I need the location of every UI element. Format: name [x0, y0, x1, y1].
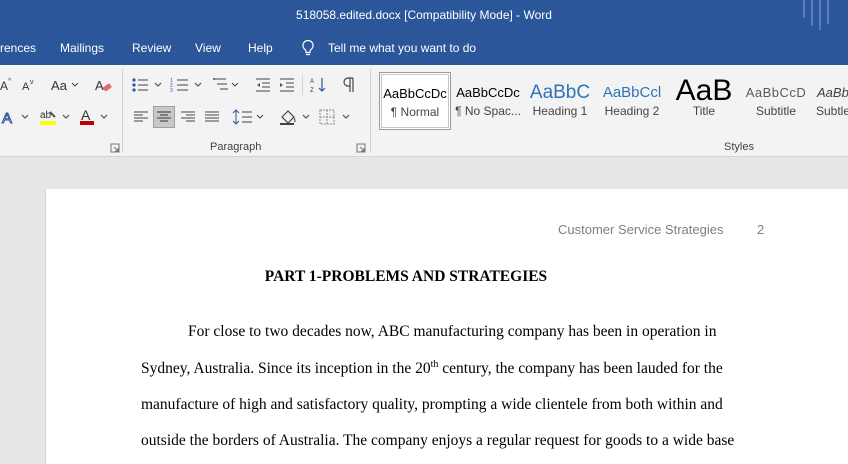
font-color-button[interactable]: A	[78, 106, 112, 128]
style-name: Subtle	[816, 104, 848, 118]
justify-icon[interactable]	[201, 106, 223, 128]
change-case-button[interactable]: Aa	[48, 74, 82, 96]
svg-text:v: v	[30, 79, 34, 86]
shrink-font-icon[interactable]: Av	[20, 74, 38, 96]
borders-button[interactable]	[318, 106, 352, 128]
line-spacing-button[interactable]	[232, 106, 266, 128]
style-sample: AaB	[675, 74, 733, 103]
style-heading-2[interactable]: AaBbCcl Heading 2	[596, 72, 668, 130]
style-subtitle[interactable]: AaBbCcD Subtitle	[740, 72, 812, 130]
tab-view[interactable]: View	[195, 41, 221, 55]
decorative-lines-icon	[803, 0, 829, 30]
window-title: 518058.edited.docx [Compatibility Mode] …	[296, 8, 552, 22]
svg-text:A: A	[310, 79, 314, 85]
style-heading-1[interactable]: AaBbC Heading 1	[524, 72, 596, 130]
paragraph-group-label: Paragraph	[210, 141, 262, 153]
chevron-down-icon	[71, 82, 79, 87]
highlight-color-button[interactable]: ab	[38, 106, 72, 128]
styles-group-label: Styles	[724, 141, 754, 153]
style-name: Title	[692, 104, 716, 118]
svg-text:Z: Z	[310, 88, 314, 94]
lightbulb-icon[interactable]	[300, 39, 316, 57]
svg-text:A: A	[0, 79, 8, 93]
align-center-icon[interactable]	[153, 106, 175, 128]
title-bar: 518058.edited.docx [Compatibility Mode] …	[0, 0, 848, 32]
style-name: ¶ Normal	[390, 105, 440, 119]
tab-mailings[interactable]: Mailings	[60, 41, 104, 55]
body-line-2: Sydney, Australia. Since its inception i…	[141, 359, 723, 378]
align-left-icon[interactable]	[130, 106, 152, 128]
button-separator	[302, 75, 303, 95]
document-heading: PART 1-PROBLEMS AND STRATEGIES	[264, 268, 548, 285]
ribbon: A ^ Av Aa A A ab A 123 AZ Paragraph AaBb…	[0, 65, 848, 157]
svg-text:A: A	[81, 107, 91, 123]
svg-text:^: ^	[8, 78, 12, 85]
decrease-indent-icon[interactable]	[252, 74, 274, 96]
body-line-2-end: century, the company has been lauded for…	[438, 360, 723, 377]
tell-me-search[interactable]: Tell me what you want to do	[328, 41, 476, 55]
body-line-4: outside the borders of Australia. The co…	[141, 432, 735, 449]
style-no-spacing[interactable]: AaBbCcDc ¶ No Spac...	[452, 72, 524, 130]
style-sample: AaBbCcDc	[383, 86, 447, 101]
bullets-button[interactable]	[130, 74, 166, 96]
svg-text:3: 3	[170, 88, 173, 94]
numbering-button[interactable]: 123	[170, 74, 206, 96]
body-line-1: For close to two decades now, ABC manufa…	[188, 323, 717, 340]
style-normal[interactable]: AaBbCcDc ¶ Normal	[379, 72, 451, 130]
clear-formatting-icon[interactable]: A	[92, 74, 114, 96]
style-name: Subtitle	[755, 104, 797, 118]
svg-text:ab: ab	[40, 110, 52, 121]
font-dialog-launcher-icon[interactable]	[110, 143, 120, 153]
ribbon-tabs: rences Mailings Review View Help Tell me…	[0, 32, 848, 65]
group-separator	[370, 69, 371, 153]
style-subtle-emphasis[interactable]: AaBb Subtle	[812, 72, 848, 130]
shading-button[interactable]	[278, 106, 312, 128]
style-title[interactable]: AaB Title	[668, 72, 740, 130]
page-number: 2	[757, 222, 765, 237]
document-area[interactable]: Customer Service Strategies 2 PART 1-PRO…	[0, 157, 848, 464]
style-sample: AaBb	[817, 85, 848, 100]
tab-review[interactable]: Review	[132, 41, 171, 55]
tab-help[interactable]: Help	[248, 41, 273, 55]
style-sample: AaBbCcDc	[456, 85, 520, 100]
sort-icon[interactable]: AZ	[308, 74, 330, 96]
increase-indent-icon[interactable]	[276, 74, 298, 96]
style-name: Heading 1	[532, 104, 588, 118]
style-name: ¶ No Spac...	[455, 104, 521, 118]
svg-text:A: A	[22, 81, 30, 93]
text-effects-button[interactable]: A	[0, 106, 32, 128]
tab-references[interactable]: rences	[0, 41, 36, 55]
style-sample: AaBbCcl	[602, 84, 662, 101]
page-header-text: Customer Service Strategies	[558, 222, 724, 237]
style-sample: AaBbCcD	[745, 85, 807, 100]
align-right-icon[interactable]	[177, 106, 199, 128]
multilevel-list-button[interactable]	[212, 74, 242, 96]
change-case-label: Aa	[51, 77, 67, 93]
style-sample: AaBbC	[529, 82, 591, 102]
body-line-2-start: Sydney, Australia. Since its inception i…	[141, 360, 431, 377]
style-name: Heading 2	[604, 104, 660, 118]
group-separator	[122, 69, 123, 153]
body-line-3: manufacture of high and satisfactory qua…	[141, 396, 723, 413]
document-page[interactable]: Customer Service Strategies 2 PART 1-PRO…	[45, 189, 848, 464]
grow-font-icon[interactable]: A ^	[0, 74, 14, 96]
show-formatting-marks-icon[interactable]	[338, 74, 360, 96]
paragraph-dialog-launcher-icon[interactable]	[356, 143, 366, 153]
svg-text:A: A	[95, 78, 104, 93]
svg-text:A: A	[2, 110, 12, 126]
